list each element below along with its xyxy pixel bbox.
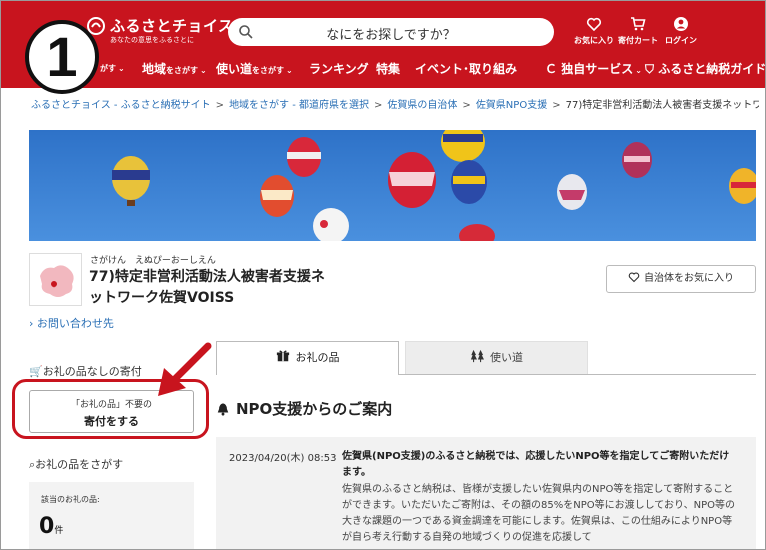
breadcrumb-separator: >	[552, 100, 561, 111]
balloon-illustration	[112, 130, 756, 241]
no-gift-donation-heading: 🛒お礼の品なしの寄付	[29, 363, 142, 379]
chevron-down-icon: ⌄	[286, 66, 293, 75]
gift-count-value: 0件	[39, 514, 63, 539]
bell-icon	[217, 403, 229, 416]
breadcrumb-municipality[interactable]: 佐賀県の自治体	[387, 100, 457, 111]
search-input[interactable]: なにをお探しですか？	[228, 24, 554, 43]
shield-icon: ⛉	[645, 62, 655, 76]
chevron-down-icon: ⌄	[118, 64, 125, 73]
cart-icon	[631, 17, 646, 31]
search-bar[interactable]: なにをお探しですか？	[228, 18, 554, 46]
breadcrumb-npo[interactable]: 佐賀県NPO支援	[476, 100, 547, 111]
nav-item-original-service-label: 独自サービス	[561, 62, 634, 76]
notice-text: 佐賀県のふるさと納税は、皆様が支援したい佐賀県内のNPO等を指定して寄附すること…	[342, 483, 735, 544]
breadcrumb-separator: >	[215, 100, 225, 111]
breadcrumb-home[interactable]: ふるさとチョイス - ふるさと納税サイト	[31, 100, 211, 111]
nav-item-usage[interactable]: 使い道をさがす ⌄	[216, 60, 293, 77]
contact-link[interactable]: › お問い合わせ先	[29, 315, 114, 331]
gift-count-label: 該当のお礼の品:	[41, 495, 100, 504]
chevron-down-icon: ⌄	[200, 66, 207, 75]
nav-item-search-gift[interactable]: がす ⌄	[100, 60, 125, 74]
nav-item-events[interactable]: イベント･取り組み	[415, 60, 517, 77]
tab-gift[interactable]: お礼の品	[216, 341, 399, 375]
search-gift-heading-label: お礼の品をさがす	[35, 458, 124, 471]
gift-count-box: 該当のお礼の品: 0件	[29, 482, 194, 550]
org-name-title: 77)特定非営利活動法人被害者支援ネットワーク佐賀VOISS	[89, 269, 325, 306]
nav-item-search-gift-label: がす	[100, 64, 116, 73]
nav-item-guide-label: ふるさと納税ガイド	[658, 62, 766, 76]
gift-count-number: 0	[39, 514, 55, 539]
copyright-c-icon: Ｃ	[545, 62, 558, 76]
nav-item-feature[interactable]: 特集	[376, 60, 400, 77]
annotation-arrow-icon	[158, 342, 212, 396]
logo-tagline: あなたの意思をふるさとに	[110, 36, 194, 44]
no-gift-donation-heading-label: お礼の品なしの寄付	[42, 365, 142, 378]
search-gift-heading: ⌕お礼の品をさがす	[29, 456, 123, 472]
breadcrumb-separator: >	[462, 100, 471, 111]
nav-item-region-sub: をさがす	[166, 66, 199, 75]
heart-icon	[586, 17, 602, 32]
cart-icon: 🛒	[29, 365, 43, 378]
login-label: ログイン	[665, 36, 697, 45]
saga-map-icon	[40, 265, 74, 297]
gift-icon	[276, 350, 289, 362]
add-municipality-favorite-label: 自治体をお気に入り	[644, 273, 734, 284]
heart-icon	[628, 272, 640, 283]
nav-item-usage-label: 使い道	[216, 62, 253, 76]
tab-usage[interactable]: 使い道	[405, 341, 588, 375]
user-icon	[674, 17, 688, 31]
section-title: NPO支援からのご案内	[216, 398, 392, 419]
nav-item-guide[interactable]: ⛉ ふるさと納税ガイド⌄	[645, 60, 766, 77]
site-header: ふるさとチョイス あなたの意思をふるさとに なにをお探しですか？ お気に入り 寄…	[0, 0, 766, 88]
chevron-down-icon: ⌄	[635, 66, 642, 75]
gift-count-unit: 件	[54, 526, 64, 536]
notice-body: 佐賀県(NPO支援)のふるさと納税では、応援したいNPO等を指定してご寄附いただ…	[342, 449, 737, 547]
tab-usage-label: 使い道	[490, 351, 523, 364]
add-municipality-favorite-button[interactable]: 自治体をお気に入り	[606, 265, 756, 293]
step-number: 1	[46, 25, 78, 88]
trees-icon	[470, 349, 484, 363]
notice-lead: 佐賀県(NPO支援)のふるさと納税では、応援したいNPO等を指定してご寄附いただ…	[342, 451, 730, 479]
step-number-badge: 1	[25, 20, 99, 94]
org-name-ruby: さがけん えぬぴーおーしえん	[90, 256, 216, 266]
nav-item-usage-sub: をさがす	[252, 66, 285, 75]
breadcrumb: ふるさとチョイス - ふるさと納税サイト > 地域をさがす - 都道府県を選択 > 佐賀…	[31, 96, 759, 111]
prefecture-map-thumbnail	[29, 253, 82, 306]
nav-item-region-label: 地域	[142, 62, 167, 76]
balloons-image	[112, 130, 756, 241]
nav-item-original-service[interactable]: Ｃ 独自サービス ⌄	[545, 60, 642, 77]
nav-item-ranking[interactable]: ランキング	[309, 60, 369, 77]
breadcrumb-separator: >	[374, 100, 383, 111]
hero-banner	[29, 130, 756, 241]
breadcrumb-region[interactable]: 地域をさがす - 都道府県を選択	[229, 100, 369, 111]
logo-text: ふるさとチョイス	[110, 17, 234, 35]
section-title-label: NPO支援からのご案内	[236, 400, 393, 418]
tab-gift-label: お礼の品	[295, 351, 340, 364]
nav-item-region[interactable]: 地域をさがす ⌄	[142, 60, 207, 77]
notice-box: 2023/04/20(木) 08:53 佐賀県(NPO支援)のふるさと納税では、…	[216, 437, 756, 550]
breadcrumb-current: 77)特定非営利活動法人被害者支援ネットワー…	[565, 100, 759, 111]
notice-date: 2023/04/20(木) 08:53	[229, 453, 337, 464]
login-button[interactable]: ログイン	[653, 16, 709, 46]
